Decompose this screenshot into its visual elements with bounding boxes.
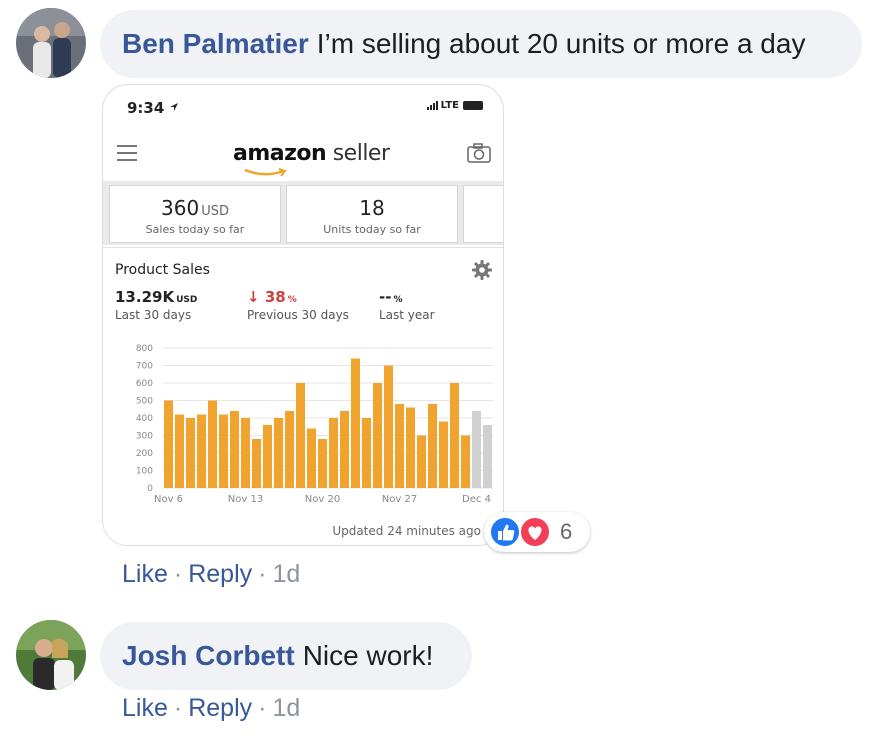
avatar-ben-palmatier[interactable] — [16, 8, 86, 78]
bar — [449, 383, 460, 488]
x-tick-label: Nov 27 — [382, 494, 417, 505]
y-tick-label: 600 — [136, 379, 153, 389]
y-tick-label: 800 — [136, 344, 153, 354]
brand-word-amazon: amazon — [233, 141, 327, 166]
bar — [229, 411, 240, 488]
bar — [460, 435, 471, 488]
panel-title: Product Sales — [115, 262, 210, 278]
amazon-seller-logo: amazon seller — [233, 141, 390, 166]
comment-bubble: Ben Palmatier I’m selling about 20 units… — [100, 10, 862, 78]
units-today-tile[interactable]: 18 Units today so far — [286, 185, 458, 243]
bar — [185, 418, 196, 488]
bar — [306, 428, 317, 488]
y-tick-label: 0 — [147, 484, 153, 494]
y-tick-label: 500 — [136, 397, 153, 407]
comment-text: Nice work! — [302, 640, 434, 671]
bar — [317, 439, 328, 488]
bar — [262, 425, 273, 488]
like-link[interactable]: Like — [122, 694, 168, 722]
down-arrow-icon: ↓ — [247, 288, 260, 306]
bar — [163, 400, 174, 488]
y-tick-label: 300 — [136, 432, 153, 442]
stat-last-30-days: 13.29K USD Last 30 days — [115, 288, 198, 322]
bar — [361, 418, 372, 488]
bar — [339, 411, 350, 488]
reply-link[interactable]: Reply — [188, 560, 252, 588]
bar — [427, 404, 438, 488]
stat-last-year: --% Last year — [379, 288, 435, 322]
partial-tile[interactable] — [463, 185, 503, 243]
like-link[interactable]: Like — [122, 560, 168, 588]
bar — [482, 425, 493, 488]
stat-previous-30-days: ↓ 38% Previous 30 days — [247, 288, 349, 322]
signal-icon — [426, 101, 438, 110]
status-indicators: LTE — [426, 100, 483, 111]
comment-text: I’m selling about 20 units or more a day — [316, 28, 806, 59]
bar — [251, 439, 262, 488]
bar — [328, 418, 339, 488]
bar — [471, 411, 482, 488]
camera-icon[interactable] — [467, 143, 491, 163]
bar — [394, 404, 405, 488]
menu-icon[interactable] — [117, 145, 137, 166]
tile-value: 18 — [359, 196, 385, 220]
network-type: LTE — [440, 100, 459, 111]
comment-author-name[interactable]: Ben Palmatier — [122, 28, 309, 60]
phone-status-bar: 9:34 LTE — [103, 85, 503, 131]
bar — [284, 411, 295, 488]
bar — [273, 418, 284, 488]
tile-label: Sales today so far — [145, 223, 245, 236]
comment-timestamp[interactable]: 1d — [272, 560, 300, 588]
comment-timestamp[interactable]: 1d — [272, 694, 300, 722]
location-arrow-icon — [170, 103, 178, 111]
profile-photo — [16, 8, 86, 78]
comment-actions: Like · Reply · 1d — [122, 560, 301, 588]
bar — [383, 365, 394, 488]
y-tick-label: 200 — [136, 449, 153, 459]
brand-word-seller: seller — [332, 141, 390, 166]
amazon-smile-icon — [244, 168, 287, 177]
product-sales-bar-chart: 0 100 200 300 400 500 600 700 800 Nov 6 Nov 13 Nov … — [136, 344, 493, 505]
updated-timestamp: Updated 24 minutes ago — [332, 524, 481, 538]
comment-author-name[interactable]: Josh Corbett — [122, 640, 295, 672]
bar — [295, 383, 306, 488]
reactions-summary[interactable]: 6 — [484, 512, 590, 552]
bar — [174, 414, 185, 488]
bar — [372, 383, 383, 488]
reply-link[interactable]: Reply — [188, 694, 252, 722]
bar — [240, 418, 251, 488]
bar — [207, 400, 218, 488]
bar — [350, 358, 361, 488]
bar — [196, 414, 207, 488]
profile-photo — [16, 620, 86, 690]
attached-screenshot[interactable]: 9:34 LTE amazon seller 360 USD Sales toda… — [102, 84, 504, 546]
y-tick-label: 700 — [136, 362, 153, 372]
x-tick-label: Nov 6 — [154, 494, 183, 505]
app-header: amazon seller — [103, 131, 503, 183]
summary-tiles: 360 USD Sales today so far 18 Units today… — [103, 181, 503, 245]
bar — [438, 421, 449, 488]
x-tick-label: Nov 13 — [228, 494, 263, 505]
love-icon — [519, 516, 551, 548]
y-tick-label: 100 — [136, 467, 153, 477]
status-time: 9:34 — [127, 99, 165, 117]
reaction-count: 6 — [560, 519, 573, 544]
settings-gear-icon[interactable] — [471, 259, 493, 281]
like-icon — [489, 516, 521, 548]
tile-value: 360 USD — [161, 196, 229, 220]
bar — [405, 407, 416, 488]
x-tick-label: Nov 20 — [305, 494, 340, 505]
comment-bubble: Josh Corbett Nice work! — [100, 622, 472, 690]
sales-today-tile[interactable]: 360 USD Sales today so far — [109, 185, 281, 243]
bar — [218, 414, 229, 488]
comment-actions: Like · Reply · 1d — [122, 694, 301, 722]
tile-label: Units today so far — [323, 223, 421, 236]
battery-icon — [463, 101, 483, 110]
product-sales-panel: Product Sales 13.29K USD Last 30 days ↓ 3… — [103, 247, 503, 545]
bar — [416, 435, 427, 488]
x-tick-label: Dec 4 — [462, 494, 491, 505]
y-tick-label: 400 — [136, 414, 153, 424]
avatar-josh-corbett[interactable] — [16, 620, 86, 690]
